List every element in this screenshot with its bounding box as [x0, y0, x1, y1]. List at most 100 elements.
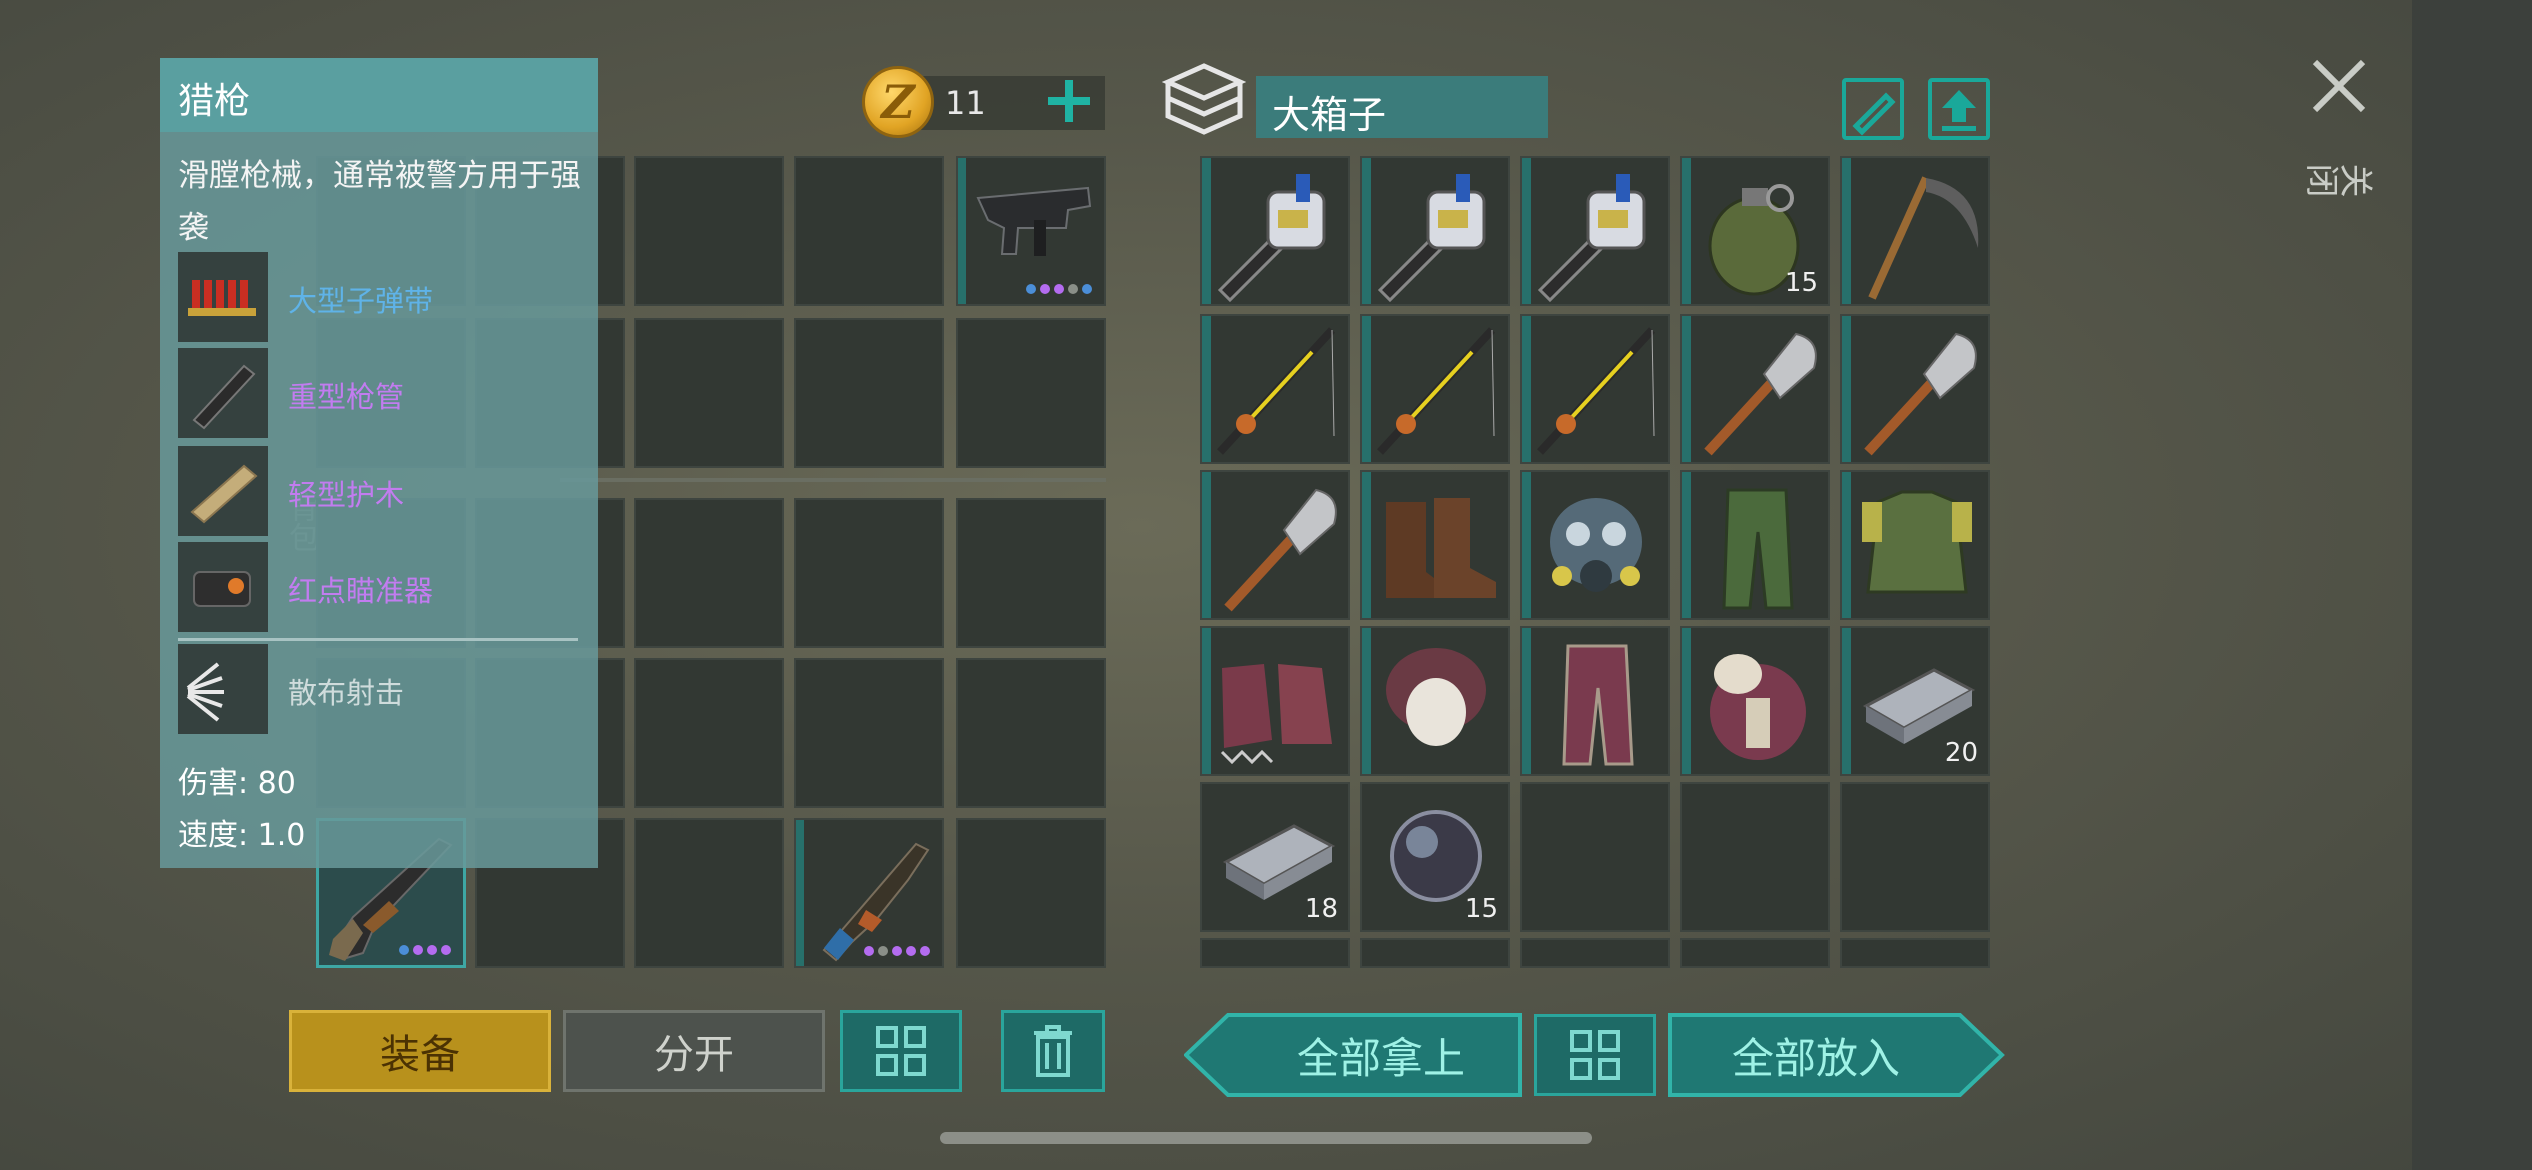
- chest-slot[interactable]: [1360, 470, 1510, 620]
- tooltip-perk-row: 散布射击: [178, 644, 578, 734]
- backpack-slot-empty[interactable]: [956, 658, 1106, 808]
- upload-chest-button[interactable]: [1928, 78, 1990, 140]
- chest-slot[interactable]: [1840, 156, 1990, 306]
- upload-icon: [1942, 90, 1976, 131]
- chest-slot[interactable]: 20: [1840, 626, 1990, 776]
- backpack-slot-empty[interactable]: [634, 318, 784, 468]
- chest-slot[interactable]: [1840, 470, 1990, 620]
- shovel-icon: [1202, 472, 1348, 626]
- shovel-icon: [1682, 316, 1828, 470]
- split-button[interactable]: 分开: [563, 1010, 825, 1092]
- tooltip-title: 猎枪: [160, 58, 598, 132]
- tooltip-mod-row: 轻型护木: [178, 446, 578, 536]
- chest-slot-partial[interactable]: [1840, 938, 1990, 968]
- chest-slot[interactable]: 15: [1360, 782, 1510, 932]
- home-indicator: [940, 1132, 1592, 1144]
- add-currency-button[interactable]: [1040, 70, 1096, 130]
- chest-slot[interactable]: [1200, 626, 1350, 776]
- edit-brush-icon: [1852, 92, 1896, 136]
- chest-slot[interactable]: [1520, 156, 1670, 306]
- take-all-button[interactable]: 全部拿上: [1236, 1012, 1526, 1098]
- drill-icon: [1522, 158, 1668, 312]
- backpack-slot-empty[interactable]: [634, 156, 784, 306]
- chest-slot[interactable]: [1680, 314, 1830, 464]
- chest-slot[interactable]: [1360, 156, 1510, 306]
- scythe-icon: [1842, 158, 1988, 312]
- item-quantity: 15: [1784, 268, 1818, 298]
- backpack-slot-empty[interactable]: [956, 818, 1106, 968]
- tooltip-damage: 伤害: 80: [178, 766, 296, 801]
- grid-sort-icon: [1570, 1030, 1620, 1080]
- tooltip-mod-label: 红点瞄准器: [288, 574, 434, 608]
- delete-button[interactable]: [1001, 1010, 1105, 1092]
- leather-boots-icon: [1362, 472, 1508, 626]
- item-quantity: 15: [1464, 894, 1498, 924]
- tooltip-speed: 速度: 1.0: [178, 818, 306, 853]
- tooltip-mod-label: 重型枪管: [288, 380, 405, 414]
- chest-slot-empty[interactable]: [1520, 782, 1670, 932]
- chest-slot[interactable]: 15: [1680, 156, 1830, 306]
- light-handguard-icon: [178, 446, 268, 536]
- sort-backpack-button[interactable]: [840, 1010, 962, 1092]
- chest-name: 大箱子: [1256, 76, 1548, 138]
- rarity-dots: [399, 945, 451, 955]
- chest-slot[interactable]: [1520, 314, 1670, 464]
- backpack-slot-empty[interactable]: [634, 498, 784, 648]
- tooltip-mod-label: 大型子弹带: [288, 284, 434, 318]
- chest-slot[interactable]: [1840, 314, 1990, 464]
- fur-armor-icon: [1682, 628, 1828, 782]
- chest-slot[interactable]: [1680, 626, 1830, 776]
- grid-sort-icon: [876, 1026, 926, 1076]
- backpack-slot-empty[interactable]: [794, 498, 944, 648]
- shell-belt-icon: [178, 252, 268, 342]
- camo-vest-icon: [1842, 472, 1988, 626]
- backpack-slot-empty[interactable]: [794, 658, 944, 808]
- spiked-boots-icon: [1202, 628, 1348, 782]
- backpack-slot-empty[interactable]: [634, 658, 784, 808]
- backpack-slot-empty[interactable]: [634, 818, 784, 968]
- tooltip-mod-row: 红点瞄准器: [178, 542, 578, 632]
- rarity-dots: [864, 946, 930, 956]
- rename-chest-button[interactable]: [1842, 78, 1904, 140]
- backpack-slot-ak[interactable]: [794, 818, 944, 968]
- backpack-slot-uzi[interactable]: [956, 156, 1106, 306]
- chest-slot[interactable]: [1200, 470, 1350, 620]
- backpack-slot-empty[interactable]: [794, 318, 944, 468]
- chest-slot-partial[interactable]: [1680, 938, 1830, 968]
- chest-slot-empty[interactable]: [1680, 782, 1830, 932]
- backpack-slot-empty[interactable]: [794, 156, 944, 306]
- chest-slot[interactable]: [1680, 470, 1830, 620]
- chest-slot[interactable]: [1200, 156, 1350, 306]
- item-quantity: 18: [1304, 894, 1338, 924]
- chest-slot[interactable]: [1360, 626, 1510, 776]
- sort-chest-button[interactable]: [1534, 1014, 1656, 1096]
- item-quantity: 20: [1944, 738, 1978, 768]
- fur-hat-icon: [1362, 628, 1508, 782]
- currency-amount: 11: [945, 84, 986, 122]
- chest-slot[interactable]: [1360, 314, 1510, 464]
- chest-slot[interactable]: [1520, 470, 1670, 620]
- gas-mask-icon: [1522, 472, 1668, 626]
- chest-slot[interactable]: [1520, 626, 1670, 776]
- chest-slot-partial[interactable]: [1520, 938, 1670, 968]
- shovel-icon: [1842, 316, 1988, 470]
- chest-slot[interactable]: [1200, 314, 1350, 464]
- chest-slot-partial[interactable]: [1200, 938, 1350, 968]
- close-icon[interactable]: [2312, 58, 2368, 114]
- chest-icon: [1162, 63, 1246, 135]
- backpack-slot-empty[interactable]: [956, 498, 1106, 648]
- put-all-button[interactable]: 全部放入: [1668, 1012, 1964, 1098]
- close-label[interactable]: 关闭: [2306, 157, 2374, 202]
- fishing-rod-icon: [1362, 316, 1508, 470]
- equip-button[interactable]: 装备: [289, 1010, 551, 1092]
- red-dot-sight-icon: [178, 542, 268, 632]
- trash-icon: [1034, 1025, 1072, 1077]
- backpack-slot-empty[interactable]: [956, 318, 1106, 468]
- chest-slot-partial[interactable]: [1360, 938, 1510, 968]
- camo-pants-icon: [1682, 472, 1828, 626]
- chest-slot-empty[interactable]: [1840, 782, 1990, 932]
- chest-slot[interactable]: 18: [1200, 782, 1350, 932]
- tooltip-separator: [178, 638, 578, 641]
- fishing-rod-icon: [1522, 316, 1668, 470]
- tooltip-description: 滑膛枪械，通常被警方用于强袭: [178, 158, 581, 246]
